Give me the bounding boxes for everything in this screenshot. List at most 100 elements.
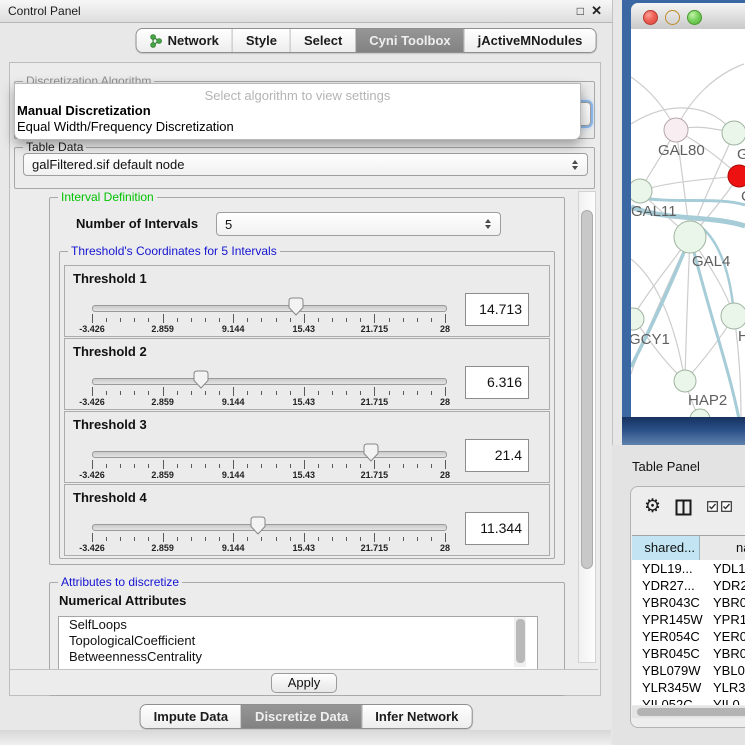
dropdown-option-equal-width-frequency[interactable]: Equal Width/Frequency Discretization <box>15 119 580 135</box>
apply-button[interactable]: Apply <box>271 673 337 693</box>
network-edge[interactable] <box>676 64 744 130</box>
table-row[interactable]: YLR345WYLR3 <box>632 679 745 696</box>
tick-label: 28 <box>440 397 450 407</box>
table-horizontal-scrollbar-thumb[interactable] <box>637 708 745 716</box>
cell-shared-name: YBR043C <box>632 594 700 611</box>
slider-tick-labels: -3.4262.8599.14415.4321.71528 <box>92 397 445 409</box>
slider-track[interactable] <box>92 378 447 385</box>
network-node[interactable] <box>674 221 706 253</box>
table-data-combobox[interactable]: galFiltered.sif default node <box>23 153 588 176</box>
table-row[interactable]: YDR27...YDR2 <box>632 577 745 594</box>
threshold-slider[interactable]: -3.4262.8599.14415.4321.71528 <box>92 298 445 336</box>
number-of-intervals-value: 5 <box>217 217 480 232</box>
slider-handle[interactable] <box>250 516 266 535</box>
table-row[interactable]: YDL19...YDL1 <box>632 560 745 577</box>
table-row[interactable]: YPR145WYPR1 <box>632 611 745 628</box>
network-node[interactable] <box>722 121 745 145</box>
zoom-traffic-light-icon[interactable] <box>687 10 702 25</box>
cell-name: YBR0 <box>700 645 745 662</box>
table-panel: Table Panel ⚙ shared... na YDL19...YDL1Y… <box>612 445 745 745</box>
table-panel-title: Table Panel <box>632 459 700 474</box>
settings-scrollbar-thumb[interactable] <box>581 210 593 569</box>
tab-impute-data[interactable]: Impute Data <box>141 705 241 728</box>
slider-handle[interactable] <box>288 297 304 316</box>
table-row[interactable]: YBR043CYBR0 <box>632 594 745 611</box>
column-header-shared-name[interactable]: shared... <box>632 536 700 560</box>
network-node[interactable] <box>664 118 688 142</box>
tab-style[interactable]: Style <box>232 29 290 52</box>
checkbox-icon[interactable] <box>707 501 718 512</box>
number-of-intervals-combobox[interactable]: 5 <box>216 212 501 236</box>
slider-ticks <box>92 314 445 323</box>
table-horizontal-scrollbar[interactable] <box>632 706 745 718</box>
cell-shared-name: YLR345W <box>632 679 700 696</box>
network-node[interactable] <box>631 179 652 203</box>
table-row[interactable]: YBR045CYBR0 <box>632 645 745 662</box>
tab-cyni-toolbox[interactable]: Cyni Toolbox <box>355 29 463 52</box>
minimize-traffic-light-icon[interactable] <box>665 10 680 25</box>
tick-label: 2.859 <box>151 324 174 334</box>
column-header-name[interactable]: na <box>700 536 745 560</box>
numerical-attributes-list[interactable]: SelfLoopsTopologicalCoefficientBetweenne… <box>58 616 538 670</box>
threshold-value-box[interactable]: 6.316 <box>465 366 529 399</box>
tab-infer-network[interactable]: Infer Network <box>361 705 471 728</box>
slider-tick-labels: -3.4262.8599.14415.4321.71528 <box>92 543 445 555</box>
checkbox-icon[interactable] <box>721 501 732 512</box>
slider-handle[interactable] <box>193 370 209 389</box>
tick-label: 2.859 <box>151 470 174 480</box>
list-item[interactable]: TopologicalCoefficient <box>59 633 537 649</box>
slider-track[interactable] <box>92 305 447 312</box>
list-item[interactable]: SelfLoops <box>59 617 537 633</box>
network-node[interactable] <box>690 409 710 417</box>
threshold-value-box[interactable]: 14.713 <box>465 293 529 326</box>
list-scrollbar[interactable] <box>514 617 526 667</box>
slider-track[interactable] <box>92 451 447 458</box>
close-traffic-light-icon[interactable] <box>643 10 658 25</box>
column-layout-icon[interactable] <box>675 499 692 516</box>
tab-network[interactable]: Network <box>137 29 232 52</box>
threshold-panel: Threshold 1-3.4262.8599.14415.4321.71528… <box>64 265 550 337</box>
slider-handle[interactable] <box>363 443 379 462</box>
network-node[interactable] <box>631 308 644 330</box>
cell-shared-name: YIL052C <box>632 696 700 705</box>
float-window-icon[interactable]: □ <box>577 0 584 22</box>
list-scrollbar-thumb[interactable] <box>516 619 525 663</box>
tick-label: 21.715 <box>361 470 389 480</box>
control-panel-titlebar[interactable]: Control Panel □ ✕ <box>0 0 612 23</box>
network-edge[interactable] <box>640 176 739 191</box>
threshold-slider[interactable]: -3.4262.8599.14415.4321.71528 <box>92 517 445 555</box>
network-node[interactable] <box>721 303 745 329</box>
close-window-icon[interactable]: ✕ <box>591 0 602 22</box>
threshold-value-box[interactable]: 11.344 <box>465 512 529 545</box>
network-node[interactable] <box>728 165 745 187</box>
slider-ticks <box>92 460 445 469</box>
table-row[interactable]: YER054CYER0 <box>632 628 745 645</box>
tab-discretize-data[interactable]: Discretize Data <box>241 705 361 728</box>
network-edge[interactable] <box>685 237 690 381</box>
table-row[interactable]: YBL079WYBL0 <box>632 662 745 679</box>
tick-label: 28 <box>440 470 450 480</box>
network-window-bottom-frame <box>622 417 745 445</box>
threshold-value-box[interactable]: 21.4 <box>465 439 529 472</box>
tab-jactivemnodules[interactable]: jActiveMNodules <box>464 29 596 52</box>
tab-select[interactable]: Select <box>290 29 355 52</box>
gear-icon[interactable]: ⚙ <box>644 496 661 518</box>
table-row[interactable]: YIL052CYIL0 <box>632 696 745 705</box>
tick-label: 15.43 <box>293 324 316 334</box>
thresholds-group-title: Threshold's Coordinates for 5 Intervals <box>68 244 280 258</box>
list-item[interactable]: BetweennessCentrality <box>59 649 537 665</box>
slider-track[interactable] <box>92 524 447 531</box>
tick-label: 28 <box>440 543 450 553</box>
threshold-slider[interactable]: -3.4262.8599.14415.4321.71528 <box>92 444 445 482</box>
threshold-label: Threshold 3 <box>73 417 147 432</box>
network-node[interactable] <box>674 370 696 392</box>
dropdown-option-manual-discretization[interactable]: Manual Discretization <box>15 103 580 119</box>
tab-label: Discretize Data <box>255 709 348 724</box>
threshold-slider[interactable]: -3.4262.8599.14415.4321.71528 <box>92 371 445 409</box>
number-of-intervals-label: Number of Intervals <box>76 216 198 231</box>
tick-label: 15.43 <box>293 470 316 480</box>
network-canvas-svg[interactable]: GAL80GACGAL11GAL4GCY1HHAP2 <box>631 29 745 417</box>
network-window-titlebar[interactable] <box>631 3 745 30</box>
table-data-group-title: Table Data <box>23 140 86 154</box>
settings-scrollbar[interactable] <box>578 191 596 663</box>
